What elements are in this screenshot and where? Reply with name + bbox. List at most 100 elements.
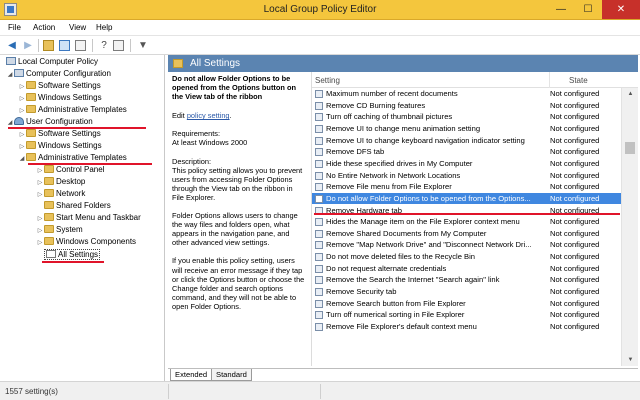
table-row[interactable]: Turn off numerical sorting in File Explo… — [312, 309, 621, 321]
table-row[interactable]: Remove File Explorer's default context m… — [312, 321, 621, 333]
table-row[interactable]: Hides the Manage item on the File Explor… — [312, 216, 621, 228]
tab-extended[interactable]: Extended — [170, 369, 213, 381]
tree-item-cc-software-settings[interactable]: ▷ Software Settings — [18, 80, 101, 92]
show-hide-tree-icon[interactable] — [59, 40, 70, 51]
table-row[interactable]: Hide these specified drives in My Comput… — [312, 158, 621, 170]
menu-view[interactable]: View — [69, 23, 86, 32]
setting-name: Remove Security tab — [326, 287, 397, 297]
setting-name: Remove CD Burning features — [326, 100, 426, 110]
description-text-1: Description: This policy setting allows … — [172, 156, 303, 202]
description-pane: Do not allow Folder Options to be opened… — [168, 72, 309, 368]
table-row[interactable]: Remove Shared Documents from My Computer… — [312, 228, 621, 240]
folder-icon — [44, 189, 54, 197]
tree-item-start-menu-taskbar[interactable]: ▷ Start Menu and Taskbar — [36, 212, 141, 224]
policy-setting-icon — [315, 218, 323, 227]
tree-item-uc-software-settings[interactable]: ▷ Software Settings — [18, 128, 101, 140]
table-row[interactable]: Remove Search button from File Explorer N… — [312, 298, 621, 310]
folder-icon — [44, 225, 54, 233]
policy-setting-icon — [315, 148, 323, 157]
setting-name: Remove UI to change menu animation setti… — [326, 123, 481, 133]
menu-action[interactable]: Action — [33, 23, 55, 32]
collapse-arrow-icon[interactable]: ◢ — [6, 69, 14, 81]
table-row[interactable]: Remove CD Burning features Not configured — [312, 100, 621, 112]
tree-item-local-computer-policy[interactable]: Local Computer Policy — [6, 56, 98, 68]
up-folder-icon[interactable] — [43, 40, 54, 51]
table-row[interactable]: Remove UI to change menu animation setti… — [312, 123, 621, 135]
computer-icon — [6, 57, 16, 65]
folder-icon — [44, 177, 54, 185]
folder-icon — [44, 237, 54, 245]
table-row[interactable]: No Entire Network in Network Locations No… — [312, 170, 621, 182]
setting-state: Not configured — [550, 100, 600, 110]
tree-item-shared-folders[interactable]: Shared Folders — [36, 200, 111, 212]
tree-item-cc-windows-settings[interactable]: ▷ Windows Settings — [18, 92, 102, 104]
table-row[interactable]: Remove UI to change keyboard navigation … — [312, 135, 621, 147]
scrollbar-thumb[interactable] — [625, 142, 635, 154]
edit-policy-link[interactable]: policy setting — [187, 111, 230, 120]
column-header-state[interactable]: State — [569, 76, 588, 85]
table-row[interactable]: Do not request alternate credentials Not … — [312, 263, 621, 275]
folder-icon — [26, 105, 36, 113]
vertical-scrollbar[interactable]: ▲ ▼ — [621, 88, 638, 366]
edit-policy-line: Edit policy setting. — [172, 111, 232, 121]
setting-state: Not configured — [550, 135, 600, 145]
setting-state: Not configured — [550, 252, 600, 262]
setting-name: Turn off numerical sorting in File Explo… — [326, 310, 465, 320]
folder-icon — [44, 213, 54, 221]
setting-state: Not configured — [550, 112, 600, 122]
filter-icon[interactable]: ▼ — [136, 39, 150, 52]
setting-state: Not configured — [550, 275, 600, 285]
close-button[interactable]: ✕ — [602, 0, 640, 19]
tree-item-windows-components[interactable]: ▷ Windows Components — [36, 236, 136, 248]
export-list-icon[interactable] — [75, 40, 86, 51]
scroll-down-icon[interactable]: ▼ — [622, 354, 638, 366]
table-row[interactable]: Do not allow Folder Options to be opened… — [312, 192, 621, 205]
folder-icon — [26, 141, 36, 149]
policy-setting-icon — [315, 253, 323, 262]
table-row[interactable]: Remove File menu from File Explorer Not c… — [312, 181, 621, 193]
table-row[interactable]: Do not move deleted files to the Recycle… — [312, 251, 621, 263]
setting-name: Do not move deleted files to the Recycle… — [326, 252, 476, 262]
policy-setting-icon — [315, 194, 323, 203]
table-row[interactable]: Remove Security tab Not configured — [312, 286, 621, 298]
expand-arrow-icon[interactable]: ▷ — [36, 237, 44, 249]
policy-setting-icon — [315, 101, 323, 110]
table-row[interactable]: Turn off caching of thumbnail pictures No… — [312, 111, 621, 123]
collapse-arrow-icon[interactable]: ◢ — [18, 153, 26, 165]
table-row[interactable]: Remove "Map Network Drive" and "Disconne… — [312, 239, 621, 251]
maximize-button[interactable]: ☐ — [575, 0, 601, 19]
tab-standard[interactable]: Standard — [211, 369, 252, 381]
setting-name: Remove Search button from File Explorer — [326, 298, 466, 308]
setting-state: Not configured — [550, 228, 600, 238]
tree-item-desktop[interactable]: ▷ Desktop — [36, 176, 85, 188]
tree-item-system[interactable]: ▷ System — [36, 224, 83, 236]
user-icon — [14, 117, 24, 125]
properties-icon[interactable] — [113, 40, 124, 51]
table-row[interactable]: Remove the Search the Internet "Search a… — [312, 274, 621, 286]
forward-arrow-icon[interactable]: ▶ — [21, 39, 35, 52]
setting-name: Remove File Explorer's default context m… — [326, 322, 477, 331]
table-row[interactable]: Maximum number of recent documents Not co… — [312, 88, 621, 100]
tree-item-all-settings[interactable]: All Settings — [44, 249, 101, 261]
setting-name: Remove "Map Network Drive" and "Disconne… — [326, 240, 532, 250]
back-arrow-icon[interactable]: ◀ — [5, 39, 19, 52]
navigation-tree: Local Computer Policy ◢ Computer Configur… — [2, 55, 165, 381]
tree-item-cc-administrative-templates[interactable]: ▷ Administrative Templates — [18, 104, 127, 116]
tree-item-uc-windows-settings[interactable]: ▷ Windows Settings — [18, 140, 102, 152]
description-text-2: Folder Options allows users to change th… — [172, 211, 298, 248]
help-icon[interactable]: ? — [97, 39, 111, 52]
tree-item-computer-configuration[interactable]: ◢ Computer Configuration — [6, 68, 111, 80]
minimize-button[interactable]: — — [548, 0, 574, 19]
menu-file[interactable]: File — [8, 23, 21, 32]
tree-item-network[interactable]: ▷ Network — [36, 188, 85, 200]
column-header-setting[interactable]: Setting — [315, 76, 340, 85]
folder-icon — [26, 153, 36, 161]
setting-name: Maximum number of recent documents — [326, 89, 458, 98]
setting-state: Not configured — [550, 182, 600, 192]
scroll-up-icon[interactable]: ▲ — [622, 88, 638, 100]
setting-name: Do not allow Folder Options to be opened… — [326, 193, 531, 203]
tree-item-control-panel[interactable]: ▷ Control Panel — [36, 164, 104, 176]
table-row[interactable]: Remove DFS tab Not configured — [312, 146, 621, 158]
policy-setting-icon — [315, 323, 323, 331]
menu-help[interactable]: Help — [96, 23, 112, 32]
